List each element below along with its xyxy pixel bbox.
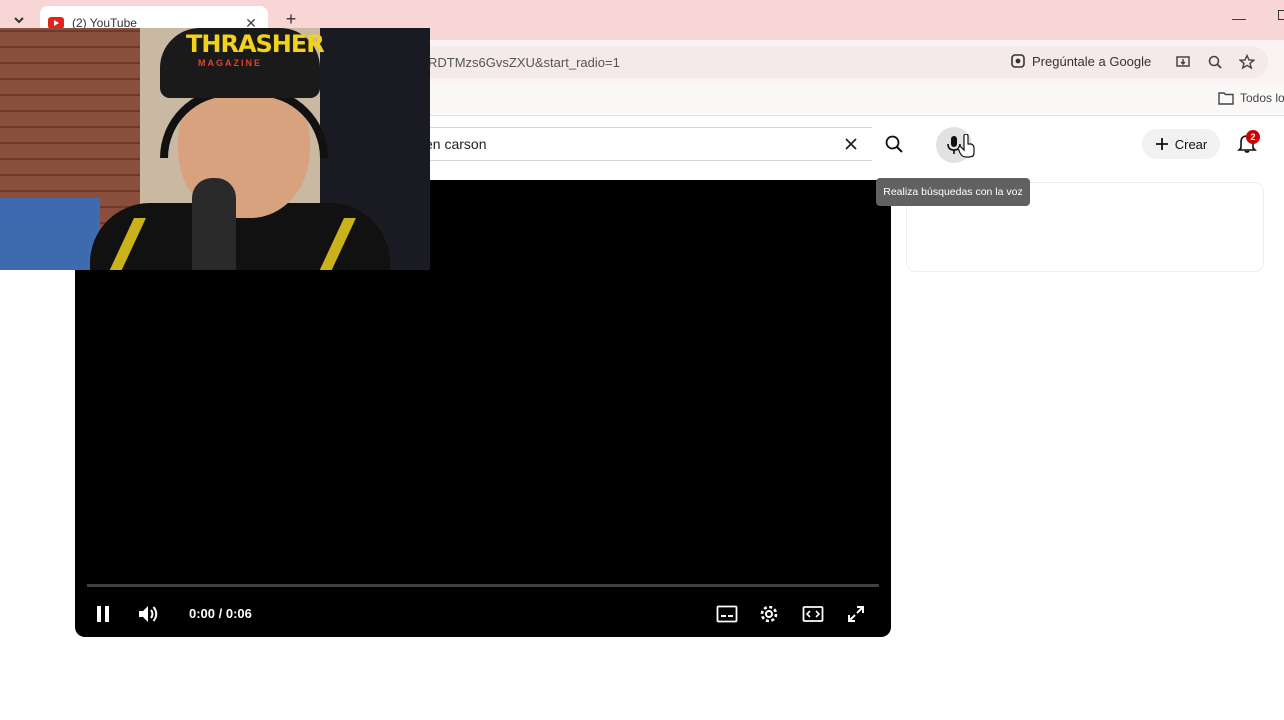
address-bar-url[interactable]: RDTMzs6GvsZXU&start_radio=1 bbox=[428, 55, 620, 70]
theater-mode-icon bbox=[802, 606, 824, 622]
screen: (2) YouTube ✕ + — RDTMzs6GvsZXU&start_ra… bbox=[0, 0, 1284, 720]
ask-google-label: Pregúntale a Google bbox=[1032, 53, 1152, 69]
new-tab-button[interactable]: + bbox=[280, 8, 302, 30]
all-bookmarks-folder[interactable]: Todos lo bbox=[1218, 91, 1284, 105]
video-time-display: 0:00 / 0:06 bbox=[189, 606, 252, 621]
settings-button[interactable] bbox=[755, 600, 783, 628]
search-icon bbox=[885, 135, 903, 153]
webcam-cap-logo-text: THRASHER bbox=[186, 30, 325, 58]
notifications-button[interactable]: 2 bbox=[1236, 130, 1260, 156]
fullscreen-icon bbox=[848, 606, 864, 622]
webcam-bed bbox=[0, 198, 100, 270]
google-lens-icon bbox=[1011, 54, 1025, 68]
search-button[interactable] bbox=[872, 127, 916, 161]
install-app-icon[interactable] bbox=[1174, 53, 1192, 71]
notification-count-badge: 2 bbox=[1246, 130, 1260, 144]
bookmark-star-icon[interactable] bbox=[1238, 53, 1256, 71]
webcam-cap-subtext: MAGAZINE bbox=[198, 58, 262, 68]
video-progress-bar[interactable] bbox=[87, 584, 879, 587]
folder-icon bbox=[1218, 92, 1234, 105]
ask-google-button[interactable]: Pregúntale a Google bbox=[1010, 53, 1151, 69]
zoom-icon[interactable] bbox=[1206, 53, 1224, 71]
window-maximize-button[interactable] bbox=[1278, 10, 1284, 20]
volume-button[interactable] bbox=[135, 600, 163, 628]
address-bar[interactable]: RDTMzs6GvsZXU&start_radio=1 Pregúntale a… bbox=[300, 46, 1268, 78]
gear-icon bbox=[760, 605, 778, 623]
plus-icon bbox=[1155, 138, 1168, 150]
clear-search-button[interactable] bbox=[841, 134, 861, 154]
all-bookmarks-label: Todos lo bbox=[1240, 91, 1284, 105]
webcam-microphone bbox=[192, 178, 236, 270]
subtitles-button[interactable] bbox=[713, 600, 741, 628]
subtitles-icon bbox=[716, 605, 738, 623]
search-input-value: en carson bbox=[425, 136, 487, 152]
fullscreen-button[interactable] bbox=[842, 600, 870, 628]
hand-cursor-icon bbox=[958, 134, 975, 158]
create-label: Crear bbox=[1174, 136, 1208, 152]
search-input[interactable]: en carson bbox=[396, 127, 872, 161]
pause-icon bbox=[97, 606, 109, 622]
volume-icon bbox=[139, 606, 158, 622]
voice-search-tooltip: Realiza búsquedas con la voz bbox=[876, 178, 1030, 206]
window-minimize-button[interactable]: — bbox=[1232, 10, 1246, 26]
pause-button[interactable] bbox=[89, 600, 117, 628]
webcam-overlay: THRASHER MAGAZINE bbox=[0, 28, 430, 270]
create-button[interactable]: Crear bbox=[1142, 129, 1220, 159]
close-icon bbox=[845, 138, 857, 150]
theater-mode-button[interactable] bbox=[799, 600, 827, 628]
chevron-down-icon bbox=[14, 17, 24, 24]
